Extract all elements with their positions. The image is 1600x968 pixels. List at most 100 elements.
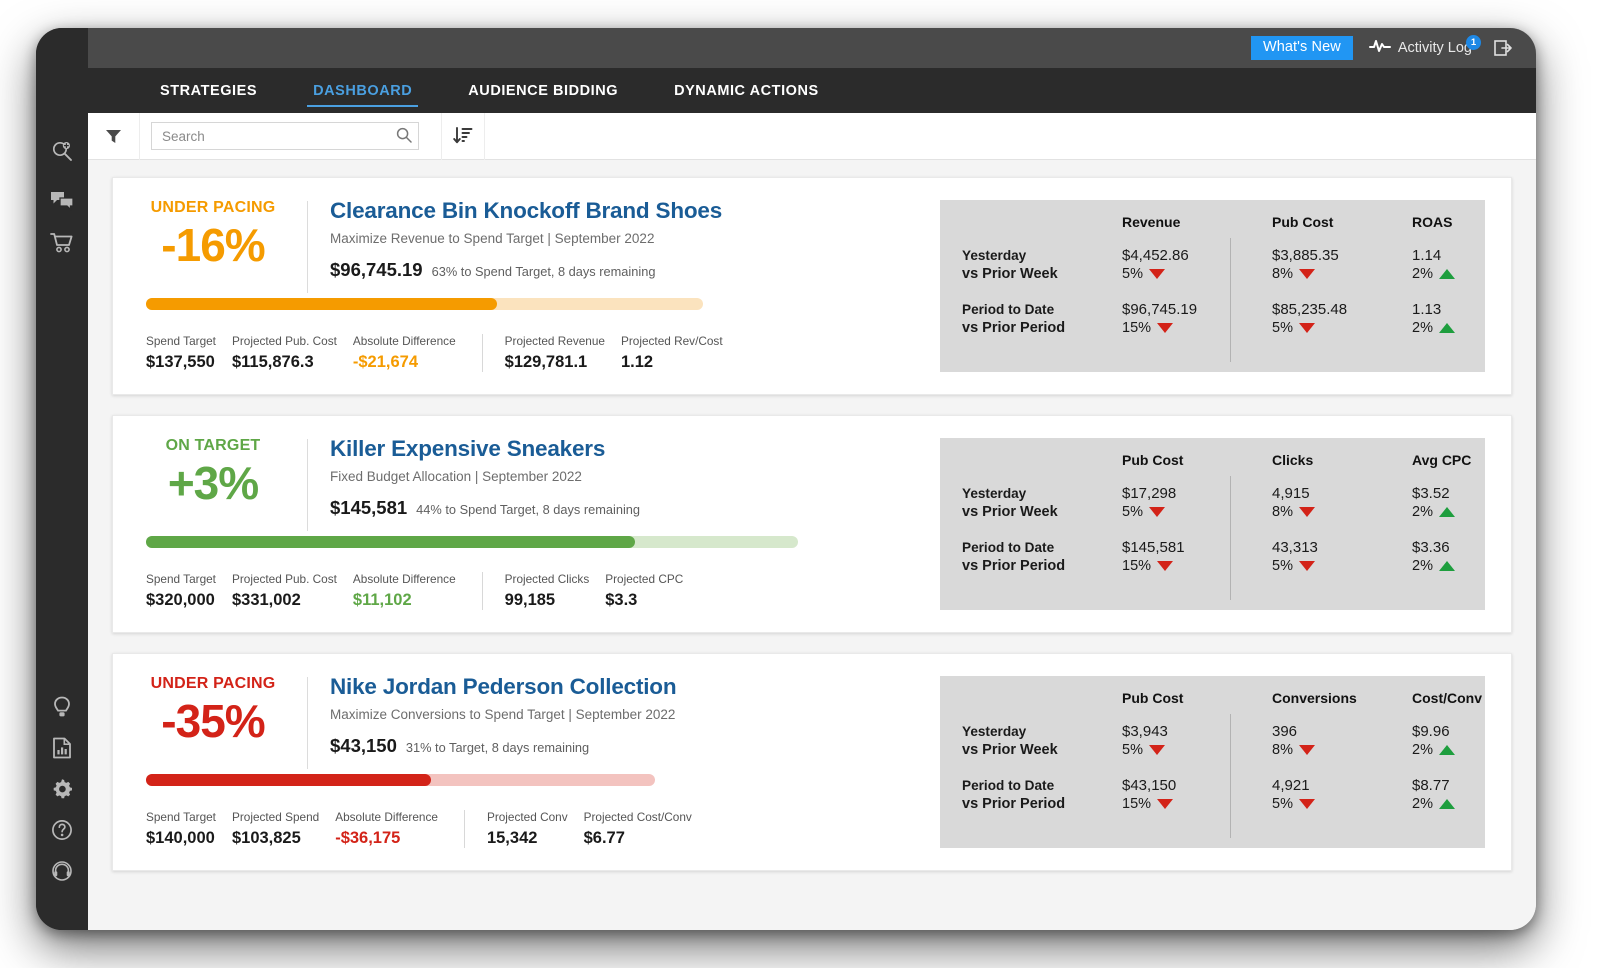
metrics-value-row: Period to Date $145,581 43,313 $3.36 bbox=[962, 538, 1473, 557]
header-divider bbox=[307, 677, 308, 769]
metrics-value-cell: $43,150 bbox=[1122, 777, 1177, 794]
stat-label: Projected Rev/Cost bbox=[620, 333, 723, 348]
metrics-value-cell: $3.36 bbox=[1412, 539, 1450, 556]
metrics-delta-cell: 2% bbox=[1412, 741, 1473, 760]
filter-icon[interactable] bbox=[88, 112, 140, 160]
stat-label: Projected Pub. Cost bbox=[231, 333, 337, 348]
strategy-card[interactable]: ON TARGET +3% Killer Expensive Sneakers Fix… bbox=[112, 415, 1512, 633]
stat-value: $11,102 bbox=[352, 591, 412, 609]
stat-value: 15,342 bbox=[486, 829, 538, 847]
metrics-value-cell: $17,298 bbox=[1122, 485, 1177, 502]
delta-value: 2% bbox=[1412, 558, 1433, 574]
whats-new-button[interactable]: What's New bbox=[1250, 36, 1353, 60]
strategy-card[interactable]: UNDER PACING -35% Nike Jordan Pederson Col… bbox=[112, 653, 1512, 871]
question-circle-icon[interactable] bbox=[47, 815, 77, 845]
delta-value: 5% bbox=[1122, 266, 1143, 282]
metrics-value-row: Period to Date $96,745.19 $85,235.48 1.13 bbox=[962, 300, 1473, 319]
gear-icon[interactable] bbox=[47, 774, 77, 804]
strategy-title-link[interactable]: Nike Jordan Pederson Collection bbox=[330, 674, 677, 700]
delta-value: 8% bbox=[1272, 266, 1293, 282]
stat-value: -$21,674 bbox=[352, 353, 419, 371]
metrics-column-header: Clicks bbox=[1272, 452, 1314, 468]
projection-stats-row: Spend Target $320,000 Projected Pub. Cost $… bbox=[146, 571, 699, 610]
delta-value: 8% bbox=[1272, 504, 1293, 520]
logout-icon[interactable] bbox=[1494, 39, 1512, 57]
search-input[interactable] bbox=[151, 122, 419, 150]
stat-value: -$36,175 bbox=[335, 829, 401, 847]
comments-icon[interactable] bbox=[47, 186, 77, 216]
metrics-value-cell: $145,581 bbox=[1122, 539, 1185, 556]
stat-label: Projected Revenue bbox=[504, 333, 605, 348]
metrics-row-spacer bbox=[962, 284, 1473, 300]
pacing-status-label: ON TARGET bbox=[165, 437, 261, 454]
stats-divider bbox=[481, 571, 483, 610]
strategy-card[interactable]: UNDER PACING -16% Clearance Bin Knockoff B… bbox=[112, 177, 1512, 395]
pacing-block: ON TARGET +3% bbox=[123, 435, 303, 531]
projection-stats-row: Spend Target $137,550 Projected Pub. Cost $… bbox=[146, 333, 739, 372]
stat-item: Projected Pub. Cost $331,002 bbox=[232, 572, 337, 610]
delta-value: 5% bbox=[1272, 320, 1293, 336]
metrics-delta-cell: 8% bbox=[1272, 265, 1412, 284]
stat-label: Projected Conv bbox=[486, 809, 568, 824]
metrics-delta-row: vs Prior Week 5% 8% 2% bbox=[962, 265, 1473, 284]
sort-descending-icon[interactable] bbox=[441, 112, 485, 160]
metrics-row-label: Period to Date bbox=[962, 778, 1055, 793]
metrics-table: Pub Cost Conversions Cost/Conv Yesterday $3,… bbox=[962, 690, 1482, 814]
stat-item: Projected Pub. Cost $115,876.3 bbox=[232, 334, 337, 372]
lightbulb-icon[interactable] bbox=[47, 692, 77, 722]
stat-item: Spend Target $320,000 bbox=[146, 572, 216, 610]
tab-dashboard[interactable]: DASHBOARD bbox=[285, 68, 440, 113]
headset-support-icon[interactable] bbox=[47, 856, 77, 886]
strategy-title-block: Killer Expensive Sneakers Fixed Budget Al… bbox=[330, 435, 640, 531]
metrics-delta-row: vs Prior Period 15% 5% 2% bbox=[962, 319, 1473, 338]
left-sidebar-rail bbox=[36, 28, 88, 930]
search-box bbox=[151, 122, 419, 150]
metrics-delta-row: vs Prior Week 5% 8% 2% bbox=[962, 741, 1473, 760]
metrics-value-row: Yesterday $4,452.86 $3,885.35 1.14 bbox=[962, 246, 1473, 265]
shopping-cart-icon[interactable] bbox=[47, 228, 77, 258]
metrics-delta-label: vs Prior Period bbox=[962, 320, 1066, 336]
stat-item: Spend Target $137,550 bbox=[146, 334, 216, 372]
metrics-delta-cell: 2% bbox=[1412, 795, 1473, 814]
stat-value: $3.3 bbox=[605, 591, 638, 609]
tab-strategies[interactable]: STRATEGIES bbox=[132, 68, 285, 113]
spend-progress-note: 44% to Spend Target, 8 days remaining bbox=[416, 501, 641, 517]
metrics-delta-row: vs Prior Week 5% 8% 2% bbox=[962, 503, 1473, 522]
delta-value: 15% bbox=[1122, 796, 1152, 812]
activity-log-button[interactable]: Activity Log 1 bbox=[1368, 35, 1481, 57]
delta-value: 2% bbox=[1412, 266, 1433, 282]
spend-summary-line: $96,745.19 63% to Spend Target, 8 days re… bbox=[330, 259, 722, 281]
metrics-value-row: Yesterday $17,298 4,915 $3.52 bbox=[962, 484, 1473, 503]
report-chart-icon[interactable] bbox=[47, 733, 77, 763]
metrics-value-cell: $8.77 bbox=[1412, 777, 1450, 794]
trend-down-icon bbox=[1148, 269, 1165, 279]
metrics-vertical-divider bbox=[1230, 476, 1231, 600]
metrics-column-header: Avg CPC bbox=[1412, 452, 1472, 468]
metrics-delta-cell: 5% bbox=[1122, 741, 1272, 760]
tab-audience-bidding[interactable]: AUDIENCE BIDDING bbox=[440, 68, 646, 113]
tab-dynamic-actions[interactable]: DYNAMIC ACTIONS bbox=[646, 68, 847, 113]
stat-value: $103,825 bbox=[231, 829, 301, 847]
trend-down-icon bbox=[1298, 323, 1315, 333]
metrics-delta-cell: 5% bbox=[1272, 795, 1412, 814]
strategy-title-link[interactable]: Clearance Bin Knockoff Brand Shoes bbox=[330, 198, 722, 224]
delta-value: 5% bbox=[1122, 504, 1143, 520]
spend-summary-line: $145,581 44% to Spend Target, 8 days rema… bbox=[330, 497, 640, 519]
metrics-table: Pub Cost Clicks Avg CPC Yesterday $17,298 4,9… bbox=[962, 452, 1473, 576]
metrics-panel: Revenue Pub Cost ROAS Yesterday $4,452.86 $3,… bbox=[940, 200, 1485, 372]
metrics-column-header: Conversions bbox=[1272, 690, 1357, 706]
search-plus-icon[interactable] bbox=[47, 136, 77, 166]
metrics-delta-label: vs Prior Period bbox=[962, 796, 1066, 812]
metrics-value-cell: 396 bbox=[1272, 723, 1298, 740]
strategy-title-link[interactable]: Killer Expensive Sneakers bbox=[330, 436, 640, 462]
stat-value: $320,000 bbox=[146, 591, 215, 609]
stats-divider bbox=[463, 809, 465, 848]
metrics-delta-cell: 15% bbox=[1122, 557, 1272, 576]
metrics-value-cell: $85,235.48 bbox=[1272, 301, 1348, 318]
stat-label: Absolute Difference bbox=[335, 809, 438, 824]
trend-up-icon bbox=[1438, 507, 1455, 517]
metrics-header-row: Revenue Pub Cost ROAS bbox=[962, 214, 1473, 246]
metrics-delta-row: vs Prior Period 15% 5% 2% bbox=[962, 795, 1473, 814]
metrics-vertical-divider bbox=[1230, 714, 1231, 838]
metrics-delta-label: vs Prior Week bbox=[962, 266, 1058, 282]
